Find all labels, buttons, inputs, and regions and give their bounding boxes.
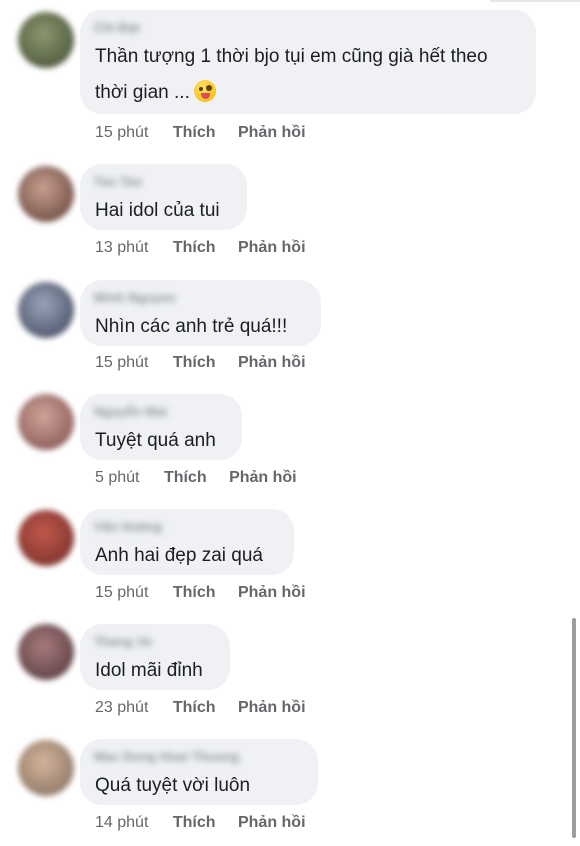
scrollbar[interactable] — [572, 618, 576, 838]
reply-button[interactable]: Phản hồi — [238, 239, 306, 256]
avatar[interactable] — [18, 624, 74, 680]
comment-text-line: Idol mãi đỉnh — [95, 660, 203, 681]
comment-time[interactable]: 23 phút — [95, 699, 148, 716]
reply-button[interactable]: Phản hồi — [238, 699, 306, 716]
comment-bubble: Nguyễn Mai Tuyệt quá anh — [80, 394, 242, 460]
avatar[interactable] — [18, 740, 74, 796]
comment-meta: 14 phút Thích Phản hồi — [95, 814, 306, 832]
comment-meta: 15 phút Thích Phản hồi — [95, 124, 306, 142]
comment-meta: 15 phút Thích Phản hồi — [95, 354, 306, 372]
reply-button[interactable]: Phản hồi — [238, 814, 306, 831]
reply-button[interactable]: Phản hồi — [229, 469, 297, 486]
comment-text-line-wrap: thời gian ... — [95, 77, 216, 108]
comment-text-line: Nhìn các anh trẻ quá!!! — [95, 316, 288, 337]
avatar[interactable] — [18, 12, 74, 68]
comment-time[interactable]: 15 phút — [95, 584, 148, 601]
comment-meta: 13 phút Thích Phản hồi — [95, 239, 306, 257]
avatar[interactable] — [18, 166, 74, 222]
like-button[interactable]: Thích — [173, 699, 216, 716]
comment-text-line: thời gian ... — [95, 82, 190, 103]
commenter-name[interactable]: Văn Hoàng — [94, 519, 162, 534]
reply-button[interactable]: Phản hồi — [238, 124, 306, 141]
comment-text-line: Tuyệt quá anh — [95, 430, 216, 451]
commenter-name[interactable]: Mac Dong Hoai Thuong — [94, 749, 239, 764]
commenter-name[interactable]: Nguyễn Mai — [94, 404, 167, 419]
comment-text-line: Thần tượng 1 thời bjo tụi em cũng già hế… — [95, 46, 488, 67]
commenter-name[interactable]: Tao Tao — [94, 174, 142, 189]
avatar[interactable] — [18, 510, 74, 566]
comment-text-line: Quá tuyệt vời luôn — [95, 775, 251, 796]
avatar[interactable] — [18, 394, 74, 450]
like-button[interactable]: Thích — [164, 469, 207, 486]
avatar[interactable] — [18, 282, 74, 338]
comment-meta: 23 phút Thích Phản hồi — [95, 699, 306, 717]
like-button[interactable]: Thích — [173, 354, 216, 371]
like-button[interactable]: Thích — [173, 584, 216, 601]
comment-time[interactable]: 15 phút — [95, 354, 148, 371]
comment-meta: 5 phút Thích Phản hồi — [95, 469, 297, 487]
comment-bubble: Minh Nguyen Nhìn các anh trẻ quá!!! — [80, 280, 321, 346]
comment-bubble: Chi Đạt Thần tượng 1 thời bjo tụi em cũn… — [80, 10, 536, 114]
reply-button[interactable]: Phản hồi — [238, 584, 306, 601]
comment-meta: 15 phút Thích Phản hồi — [95, 584, 306, 602]
reply-button[interactable]: Phản hồi — [238, 354, 306, 371]
zany-face-icon — [193, 80, 216, 102]
comment-text-line: Hai idol của tui — [95, 200, 220, 221]
like-button[interactable]: Thích — [173, 239, 216, 256]
commenter-name[interactable]: Thang Vo — [94, 634, 152, 649]
comment-time[interactable]: 14 phút — [95, 814, 148, 831]
like-button[interactable]: Thích — [173, 814, 216, 831]
comment-time[interactable]: 5 phút — [95, 469, 139, 486]
commenter-name[interactable]: Chi Đạt — [94, 20, 140, 35]
comment-bubble: Tao Tao Hai idol của tui — [80, 164, 247, 230]
comment-bubble: Thang Vo Idol mãi đỉnh — [80, 624, 230, 690]
comment-item: Chi Đạt Thần tượng 1 thời bjo tụi em cũn… — [0, 0, 580, 150]
comment-time[interactable]: 13 phút — [95, 239, 148, 256]
like-button[interactable]: Thích — [173, 124, 216, 141]
comment-bubble: Mac Dong Hoai Thuong Quá tuyệt vời luôn — [80, 739, 318, 805]
comment-bubble: Văn Hoàng Anh hai đẹp zai quá — [80, 509, 294, 575]
comment-text-line: Anh hai đẹp zai quá — [95, 545, 263, 566]
comment-time[interactable]: 15 phút — [95, 124, 148, 141]
commenter-name[interactable]: Minh Nguyen — [94, 290, 176, 305]
